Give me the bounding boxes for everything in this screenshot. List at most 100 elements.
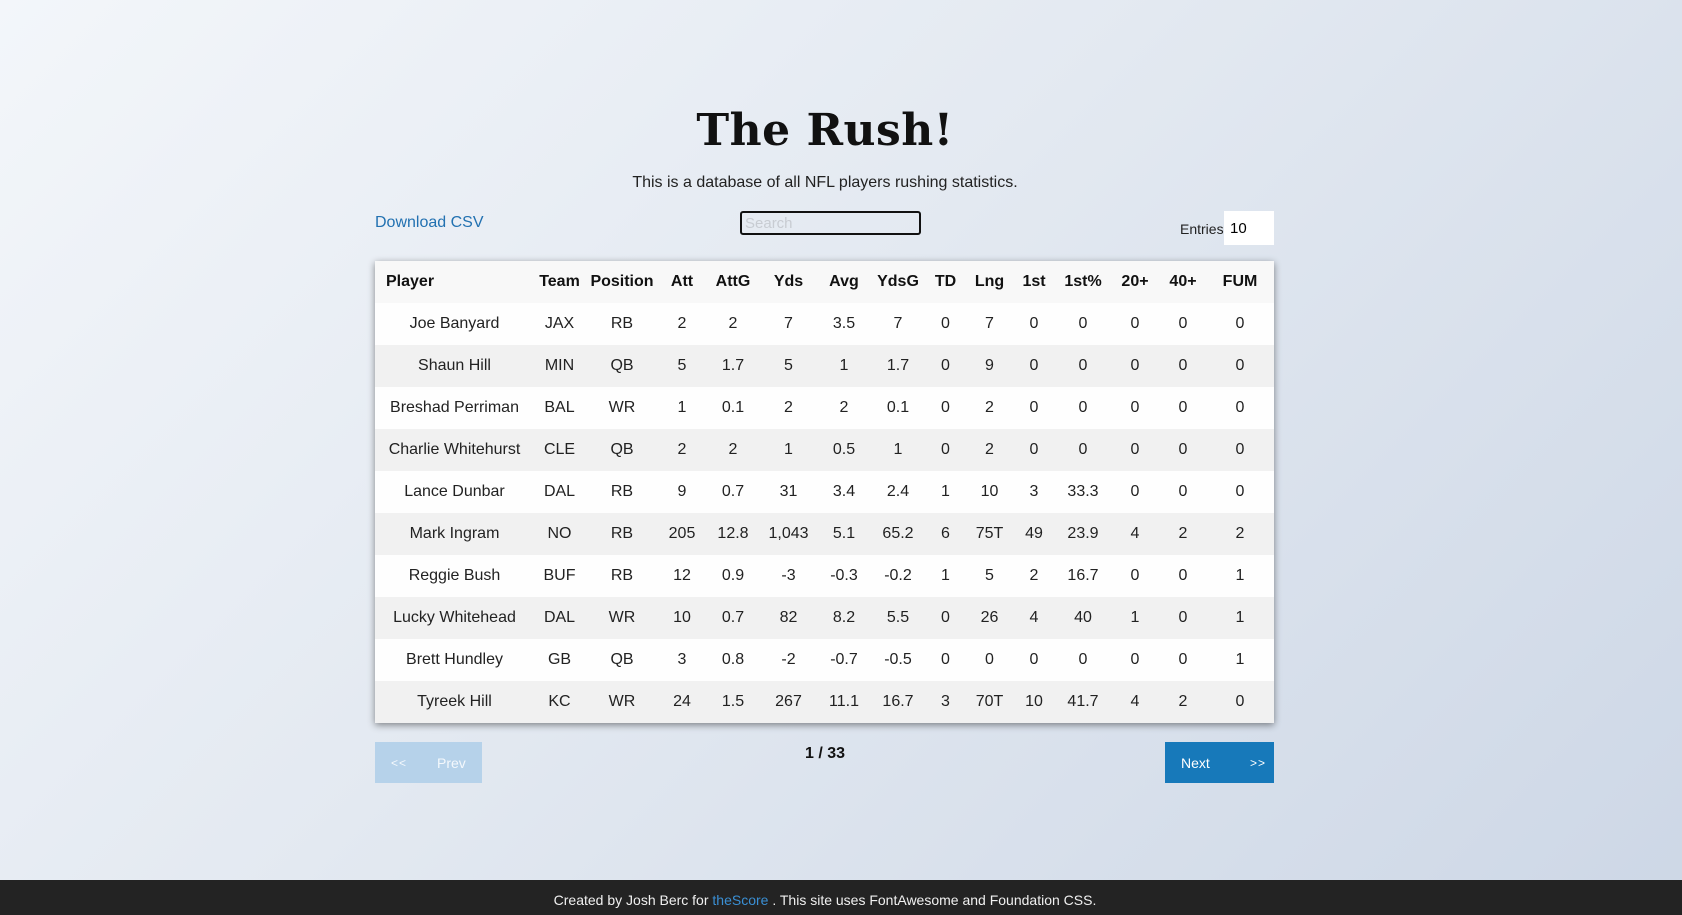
table-cell: 7 [761,303,816,345]
table-cell: 0 [924,597,967,639]
table-cell: 2 [1160,513,1206,555]
table-cell: 0 [1110,387,1160,429]
table-cell: 1 [1206,555,1274,597]
table-cell: 11.1 [816,681,872,723]
table-cell: 0 [924,303,967,345]
table-cell: WR [585,597,659,639]
table-cell: 40 [1056,597,1110,639]
table-cell: QB [585,429,659,471]
table-cell: 8.2 [816,597,872,639]
player-name-cell: Lance Dunbar [375,471,534,513]
table-cell: 1 [659,387,705,429]
table-cell: DAL [534,471,585,513]
download-csv-link[interactable]: Download CSV [375,213,484,233]
table-cell: 1.7 [705,345,761,387]
column-header[interactable]: Team [534,261,585,303]
table-cell: 7 [967,303,1012,345]
column-header[interactable]: Player [375,261,534,303]
table-cell: 41.7 [1056,681,1110,723]
column-header[interactable]: Att [659,261,705,303]
table-cell: 24 [659,681,705,723]
table-cell: 0 [1160,345,1206,387]
table-cell: 3 [659,639,705,681]
table-cell: 0 [1206,471,1274,513]
table-cell: 1 [924,471,967,513]
table-row: Reggie Bush BUF RB 12 0.9 -3 -0.3 -0.2 1 5 2 16.7 0 0… [375,555,1274,597]
table-header-row: Player Team Position Att AttG Yds Avg YdsG TD Lng… [375,261,1274,303]
table-cell: 0 [1206,303,1274,345]
table-cell: 0 [1110,303,1160,345]
table-cell: 0 [1160,555,1206,597]
table-cell: 16.7 [872,681,924,723]
column-header[interactable]: 20+ [1110,261,1160,303]
table-cell: 10 [659,597,705,639]
table-cell: RB [585,513,659,555]
table-cell: -2 [761,639,816,681]
table-cell: 1 [872,429,924,471]
table-cell: RB [585,471,659,513]
column-header[interactable]: 40+ [1160,261,1206,303]
search-input[interactable] [740,211,921,235]
table-cell: 0 [1056,429,1110,471]
table-cell: 0.9 [705,555,761,597]
player-name-cell: Shaun Hill [375,345,534,387]
table-cell: 2 [659,303,705,345]
next-page-button[interactable]: Next >> [1165,742,1274,783]
table-cell: 10 [967,471,1012,513]
table-cell: 49 [1012,513,1056,555]
table-cell: 26 [967,597,1012,639]
column-header[interactable]: 1st [1012,261,1056,303]
table-cell: 0 [1056,387,1110,429]
page-indicator: 1 / 33 [804,745,846,762]
table-cell: 31 [761,471,816,513]
table-cell: 2 [659,429,705,471]
table-cell: 0 [1110,429,1160,471]
column-header[interactable]: Yds [761,261,816,303]
table-cell: 23.9 [1056,513,1110,555]
table-cell: 0 [1056,345,1110,387]
player-name-cell: Brett Hundley [375,639,534,681]
table-cell: 0 [1160,303,1206,345]
table-cell: -0.7 [816,639,872,681]
table-cell: RB [585,303,659,345]
entries-input[interactable] [1224,211,1274,245]
table-cell: 3.4 [816,471,872,513]
table-cell: 0.1 [705,387,761,429]
table-cell: 0 [1206,429,1274,471]
thescore-link[interactable]: theScore [712,892,768,908]
column-header[interactable]: Avg [816,261,872,303]
table-cell: -0.5 [872,639,924,681]
column-header[interactable]: FUM [1206,261,1274,303]
table-row: Brett Hundley GB QB 3 0.8 -2 -0.7 -0.5 0 0 0 0 0 0 1 [375,639,1274,681]
page-title: The Rush! [696,105,954,156]
table-cell: 0 [1160,639,1206,681]
table-cell: 0 [1110,555,1160,597]
column-header[interactable]: Position [585,261,659,303]
table-cell: 5.1 [816,513,872,555]
table-cell: 2 [761,387,816,429]
table-cell: 1.5 [705,681,761,723]
table-cell: 9 [967,345,1012,387]
table-cell: 4 [1012,597,1056,639]
table-cell: 2 [1160,681,1206,723]
column-header[interactable]: 1st% [1056,261,1110,303]
column-header[interactable]: AttG [705,261,761,303]
footer-text: Created by Josh Berc for theScore . This… [0,893,1650,907]
table-cell: JAX [534,303,585,345]
column-header[interactable]: YdsG [872,261,924,303]
table-cell: 267 [761,681,816,723]
table-cell: 0 [1110,345,1160,387]
table-cell: 33.3 [1056,471,1110,513]
table-cell: WR [585,387,659,429]
table-row: Breshad Perriman BAL WR 1 0.1 2 2 0.1 0 2 0 0 0 0 0 [375,387,1274,429]
table-cell: 0 [1110,639,1160,681]
table-cell: 0 [924,345,967,387]
table-cell: 0.5 [816,429,872,471]
table-cell: MIN [534,345,585,387]
table-cell: 16.7 [1056,555,1110,597]
column-header[interactable]: TD [924,261,967,303]
table-cell: GB [534,639,585,681]
column-header[interactable]: Lng [967,261,1012,303]
footer-suffix: . This site uses FontAwesome and Foundat… [772,892,1097,908]
table-cell: 5 [967,555,1012,597]
